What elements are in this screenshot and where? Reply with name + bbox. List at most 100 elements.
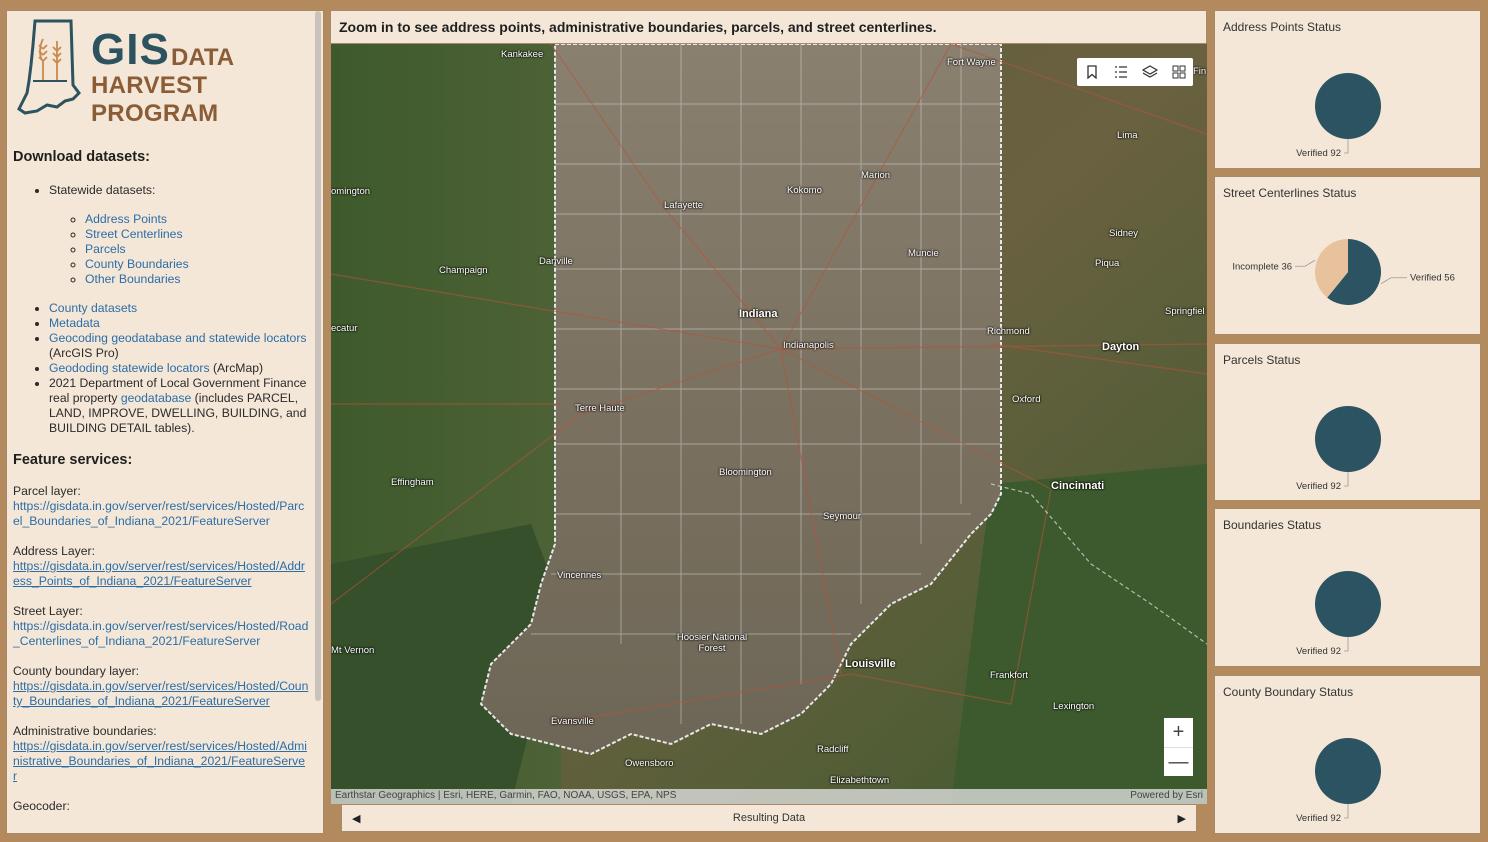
link-parcels[interactable]: Parcels — [85, 242, 126, 256]
service-url[interactable]: https://gisdata.in.gov/server/rest/servi… — [13, 559, 305, 588]
map-label: Hoosier National Forest — [676, 632, 748, 654]
link-street-centerlines[interactable]: Street Centerlines — [85, 227, 183, 241]
link-other-boundaries[interactable]: Other Boundaries — [85, 272, 181, 286]
pie-leader-line — [1344, 804, 1349, 819]
service-street: Street Layer: https://gisdata.in.gov/ser… — [13, 604, 309, 649]
pie-data-label: Incomplete 36 — [1232, 261, 1292, 272]
service-url[interactable]: https://gisdata.in.gov/server/rest/servi… — [13, 499, 304, 528]
service-address: Address Layer: https://gisdata.in.gov/se… — [13, 544, 309, 589]
map-label: Radcliff — [817, 744, 849, 755]
pie-slice-verified[interactable] — [1315, 738, 1381, 804]
map-label: Mt Vernon — [331, 645, 375, 656]
bookmark-icon[interactable] — [1081, 61, 1103, 83]
map-label: Vincennes — [557, 570, 602, 581]
carousel-prev-button[interactable]: ◀ — [352, 812, 360, 825]
map-label: Evansville — [551, 716, 594, 727]
service-county-boundary: County boundary layer: https://gisdata.i… — [13, 664, 309, 709]
basemap-gallery-icon[interactable] — [1168, 61, 1190, 83]
left-scrollbar[interactable] — [315, 11, 321, 701]
map-label: Lafayette — [664, 200, 704, 211]
map-label: Cincinnati — [1051, 480, 1105, 492]
map-view[interactable]: Kankakee Fort Wayne Lima omington Lafaye… — [331, 44, 1207, 804]
service-parcel: Parcel layer: https://gisdata.in.gov/ser… — [13, 484, 309, 529]
statewide-label: Statewide datasets: — [49, 183, 156, 197]
carousel-next-button[interactable]: ▶ — [1178, 812, 1186, 825]
service-admin-boundaries: Administrative boundaries: https://gisda… — [13, 724, 309, 784]
map-label: Piqua — [1095, 258, 1120, 269]
service-url[interactable]: https://gisdata.in.gov/server/rest/servi… — [13, 619, 308, 648]
zoom-control: + — — [1164, 718, 1193, 776]
statewide-sublist: Address Points Street Centerlines Parcel… — [85, 212, 317, 287]
status-card-street-centerlines: Street Centerlines Status Verified 56 Inc… — [1214, 176, 1481, 335]
layers-icon[interactable] — [1139, 61, 1161, 83]
status-card-boundaries: Boundaries Status Verified 92 — [1214, 508, 1481, 667]
pie-data-label: Verified 56 — [1410, 273, 1455, 284]
service-geocoder: Geocoder: — [13, 799, 309, 814]
attribution-powered-by[interactable]: Powered by Esri — [1130, 790, 1203, 803]
link-county-boundaries[interactable]: County Boundaries — [85, 257, 189, 271]
link-geododing-locators[interactable]: Geododing statewide locators — [49, 361, 210, 375]
service-label: Address Layer: — [13, 544, 95, 558]
map-label: Bloomington — [719, 467, 772, 478]
service-url[interactable]: https://gisdata.in.gov/server/rest/servi… — [13, 739, 307, 783]
pie-data-label: Verified 92 — [1296, 813, 1341, 824]
map-label: Indiana — [739, 308, 778, 320]
pie-slice-verified[interactable] — [1315, 406, 1381, 472]
map-label: Terre Haute — [575, 403, 625, 414]
pie-slice-verified[interactable] — [1315, 73, 1381, 139]
map-label: omington — [331, 186, 371, 197]
map-label: Fort Wayne — [947, 57, 996, 68]
link-county-datasets[interactable]: County datasets — [49, 301, 137, 315]
satellite-basemap — [331, 44, 1207, 804]
program-logo: GIS DATA HARVEST PROGRAM — [13, 11, 317, 129]
zoom-in-button[interactable]: + — [1164, 718, 1193, 747]
pie-chart: Verified 56 Incomplete 36 — [1232, 239, 1455, 305]
download-list: Statewide datasets: Address Points Stree… — [13, 183, 317, 436]
map-label: Kokomo — [787, 185, 822, 196]
map-label: Frankfort — [990, 670, 1029, 681]
link-metadata[interactable]: Metadata — [49, 316, 100, 330]
map-label: Lexington — [1053, 701, 1095, 712]
link-geocoding-geodatabase[interactable]: Geocoding geodatabase and statewide loca… — [49, 331, 306, 345]
pie-chart: Verified 92 — [1296, 571, 1381, 657]
status-card-county-boundary: County Boundary Status Verified 92 — [1214, 675, 1481, 834]
attribution-sources: Earthstar Geographics | Esri, HERE, Garm… — [335, 790, 677, 801]
pie-leader-line — [1380, 277, 1407, 285]
link-dlgf-geodatabase[interactable]: geodatabase — [121, 391, 191, 405]
service-label: County boundary layer: — [13, 664, 140, 678]
carousel-title: Resulting Data — [732, 812, 806, 824]
service-url[interactable]: https://gisdata.in.gov/server/rest/servi… — [13, 679, 308, 708]
results-carousel: ◀ Resulting Data ▶ — [341, 804, 1197, 832]
pie-slice-verified[interactable] — [1315, 571, 1381, 637]
list-icon[interactable] — [1110, 61, 1132, 83]
pie-leader-line — [1344, 637, 1349, 652]
link-address-points[interactable]: Address Points — [85, 212, 167, 226]
pie-leader-line — [1295, 259, 1316, 267]
left-scroll-content[interactable]: GIS DATA HARVEST PROGRAM Download datase… — [7, 11, 317, 833]
service-label: Street Layer: — [13, 604, 83, 618]
map-label: Louisville — [845, 658, 896, 670]
service-label: Parcel layer: — [13, 484, 81, 498]
left-panel: GIS DATA HARVEST PROGRAM Download datase… — [6, 10, 324, 834]
map-header: Zoom in to see address points, administr… — [330, 10, 1207, 44]
pie-chart: Verified 92 — [1296, 738, 1381, 824]
pie-data-label: Verified 92 — [1296, 481, 1341, 492]
map-label: Marion — [861, 170, 891, 181]
map-label: Elizabethtown — [830, 775, 890, 786]
zoom-out-button[interactable]: — — [1164, 747, 1193, 776]
pie-leader-line — [1344, 139, 1349, 154]
map-label: Dayton — [1102, 341, 1140, 353]
map-toolbar — [1077, 58, 1193, 86]
pie-data-label: Verified 92 — [1296, 646, 1341, 657]
pie-data-label: Verified 92 — [1296, 148, 1341, 159]
map-label: Danville — [539, 256, 573, 267]
logo-subtitle: HARVEST PROGRAM — [91, 72, 219, 127]
map-attribution: Earthstar Geographics | Esri, HERE, Garm… — [331, 789, 1207, 804]
statewide-item: Statewide datasets: Address Points Stree… — [49, 183, 317, 287]
geododing-suffix: (ArcMap) — [209, 361, 264, 375]
map-label: Springfiel — [1165, 306, 1205, 317]
map-label: Seymour — [823, 511, 862, 522]
map-label: Sidney — [1109, 228, 1139, 239]
logo-data-text: DATA — [171, 44, 235, 71]
pie-leader-line — [1344, 472, 1349, 487]
